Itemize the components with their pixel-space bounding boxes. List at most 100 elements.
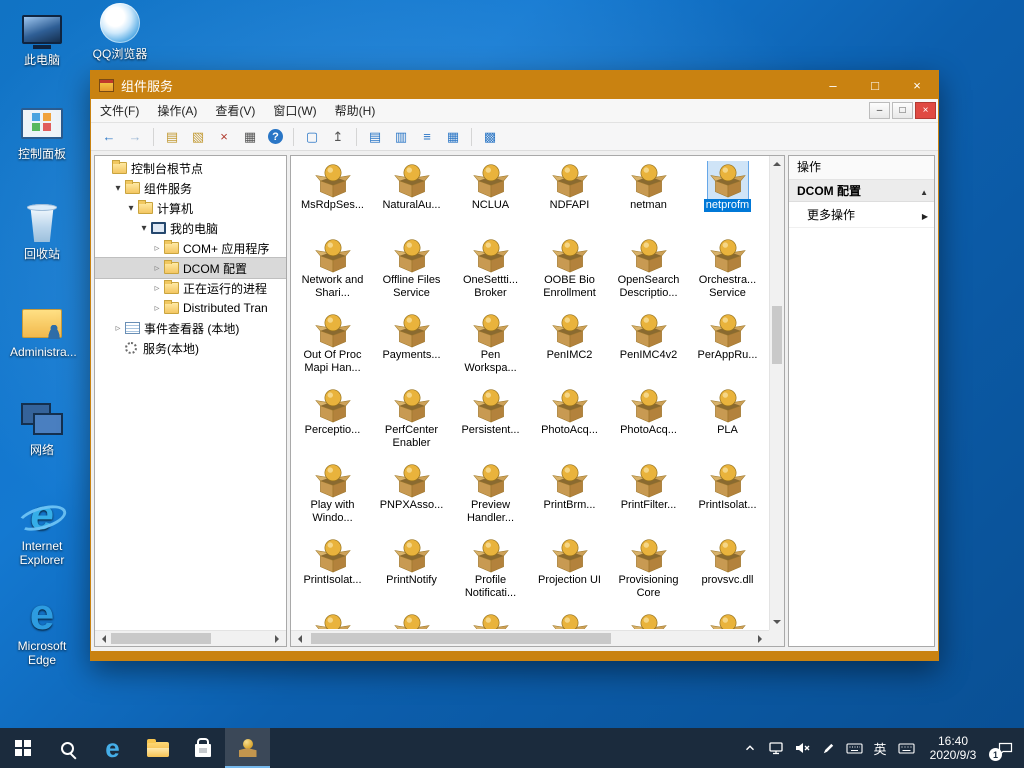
desktop-icon[interactable]: 回收站 [10, 202, 74, 261]
more-actions-item[interactable]: 更多操作 [789, 202, 934, 228]
dcom-app-item[interactable]: Provisioning Core [610, 536, 688, 611]
child-close-button[interactable]: × [915, 102, 936, 119]
start-button[interactable] [0, 728, 45, 768]
action-center-icon[interactable]: 1 [988, 728, 1022, 768]
list-vertical-scrollbar[interactable] [769, 156, 784, 630]
tree-item[interactable]: DCOM 配置 [95, 258, 286, 278]
store-taskbar-icon[interactable] [180, 728, 225, 768]
details-view-button[interactable]: ▦ [441, 126, 465, 148]
toolbar-separator[interactable] [293, 128, 294, 146]
tree-expander-icon[interactable] [125, 203, 137, 214]
titlebar[interactable]: 组件服务 – □ × [91, 71, 938, 99]
dcom-app-item[interactable]: PenIMC4v2 [610, 311, 688, 386]
dcom-app-item[interactable]: PrintIsolat... [294, 536, 372, 611]
dcom-app-item[interactable]: Out Of Proc Mapi Han... [294, 311, 372, 386]
tree-expander-icon[interactable] [151, 243, 163, 254]
dcom-app-item[interactable]: Projection UI [531, 536, 609, 611]
desktop-icon[interactable]: Microsoft Edge [10, 594, 74, 667]
dcom-app-item[interactable]: NCLUA [452, 161, 530, 236]
dcom-app-item[interactable]: provsvc.dll [689, 536, 767, 611]
menu-item[interactable]: 帮助(H) [326, 99, 385, 122]
dcom-app-item[interactable]: NDFAPI [531, 161, 609, 236]
dcom-app-item[interactable]: netman [610, 161, 688, 236]
keyboard-tray-icon[interactable] [842, 728, 866, 768]
dcom-app-item[interactable]: PenIMC2 [531, 311, 609, 386]
scroll-right-arrow[interactable] [275, 635, 283, 643]
network-tray-icon[interactable] [764, 728, 788, 768]
scrollbar-thumb[interactable] [311, 633, 611, 644]
tree-item[interactable]: 我的电脑 [95, 218, 286, 238]
menu-item[interactable]: 窗口(W) [264, 99, 325, 122]
dcom-app-item[interactable]: PerfCenter Enabler [373, 386, 451, 461]
tree-item[interactable]: 控制台根节点 [95, 158, 286, 178]
edge-taskbar-icon[interactable] [90, 728, 135, 768]
dcom-app-item[interactable]: netprofm [689, 161, 767, 236]
desktop-icon[interactable]: 网络 [10, 398, 74, 457]
dcom-app-item[interactable]: NaturalAu... [373, 161, 451, 236]
dcom-app-item[interactable]: PNPXAsso... [373, 461, 451, 536]
collapse-icon[interactable] [920, 184, 928, 198]
dcom-app-item[interactable]: Pen Workspa... [452, 311, 530, 386]
dcom-app-item[interactable]: Orchestra... Service [689, 236, 767, 311]
minimize-button[interactable]: – [812, 71, 854, 99]
dcom-app-item[interactable] [294, 611, 372, 629]
scrollbar-thumb[interactable] [772, 306, 782, 364]
new-window-button[interactable]: ▧ [186, 126, 210, 148]
dcom-app-item[interactable]: OneSettti... Broker [452, 236, 530, 311]
touch-keyboard-icon[interactable] [894, 728, 918, 768]
toolbar-separator[interactable] [356, 128, 357, 146]
component-services-taskbar-icon[interactable] [225, 728, 270, 768]
desktop-icon[interactable]: 此电脑 [10, 8, 74, 67]
small-icons-view-button[interactable]: ▥ [389, 126, 413, 148]
tree-expander-icon[interactable] [112, 323, 124, 334]
tree-expander-icon[interactable] [151, 303, 163, 314]
volume-muted-icon[interactable] [790, 728, 814, 768]
dcom-app-item[interactable]: PrintFilter... [610, 461, 688, 536]
dcom-app-item[interactable]: PerAppRu... [689, 311, 767, 386]
desktop-icon[interactable]: QQ浏览器 [88, 2, 152, 61]
dcom-app-item[interactable] [689, 611, 767, 629]
forward-button[interactable]: → [123, 126, 147, 148]
tree-expander-icon[interactable] [151, 263, 163, 274]
scroll-left-arrow[interactable] [98, 635, 106, 643]
dcom-app-item[interactable]: PrintBrm... [531, 461, 609, 536]
dcom-app-item[interactable]: PhotoAcq... [531, 386, 609, 461]
dcom-app-item[interactable]: Profile Notificati... [452, 536, 530, 611]
dcom-app-item[interactable]: MsRdpSes... [294, 161, 372, 236]
scrollbar-thumb[interactable] [111, 633, 211, 644]
show-console-tree-button[interactable]: ▤ [160, 126, 184, 148]
scroll-up-arrow[interactable] [773, 158, 781, 166]
dcom-app-item[interactable]: Persistent... [452, 386, 530, 461]
dcom-app-item[interactable] [452, 611, 530, 629]
tree-expander-icon[interactable] [138, 223, 150, 234]
dcom-app-item[interactable]: Preview Handler... [452, 461, 530, 536]
customize-view-button[interactable]: ▩ [478, 126, 502, 148]
child-minimize-button[interactable]: – [869, 102, 890, 119]
export-list-button[interactable]: ↥ [326, 126, 350, 148]
dcom-app-item[interactable]: PrintNotify [373, 536, 451, 611]
scroll-left-arrow[interactable] [294, 635, 302, 643]
dcom-app-item[interactable]: Perceptio... [294, 386, 372, 461]
tree-item[interactable]: 组件服务 [95, 178, 286, 198]
dcom-app-item[interactable]: Offline Files Service [373, 236, 451, 311]
tree-item[interactable]: COM+ 应用程序 [95, 238, 286, 258]
tray-chevron-up-icon[interactable] [738, 728, 762, 768]
dcom-app-item[interactable]: Network and Shari... [294, 236, 372, 311]
search-button[interactable] [45, 728, 90, 768]
scroll-down-arrow[interactable] [773, 620, 781, 628]
dcom-app-item[interactable] [373, 611, 451, 629]
tree-item[interactable]: 正在运行的进程 [95, 278, 286, 298]
dcom-app-item[interactable]: OpenSearch Descriptio... [610, 236, 688, 311]
dcom-app-item[interactable]: PhotoAcq... [610, 386, 688, 461]
menu-item[interactable]: 文件(F) [91, 99, 148, 122]
file-explorer-taskbar-icon[interactable] [135, 728, 180, 768]
large-icons-view-button[interactable]: ▤ [363, 126, 387, 148]
dcom-app-item[interactable]: Play with Windo... [294, 461, 372, 536]
maximize-button[interactable]: □ [854, 71, 896, 99]
tree-expander-icon[interactable] [112, 183, 124, 194]
dcom-app-item[interactable]: PLA [689, 386, 767, 461]
tree-item[interactable]: Distributed Tran [95, 298, 286, 318]
dcom-app-item[interactable] [610, 611, 688, 629]
properties-button[interactable]: ▦ [238, 126, 262, 148]
dcom-app-item[interactable] [531, 611, 609, 629]
